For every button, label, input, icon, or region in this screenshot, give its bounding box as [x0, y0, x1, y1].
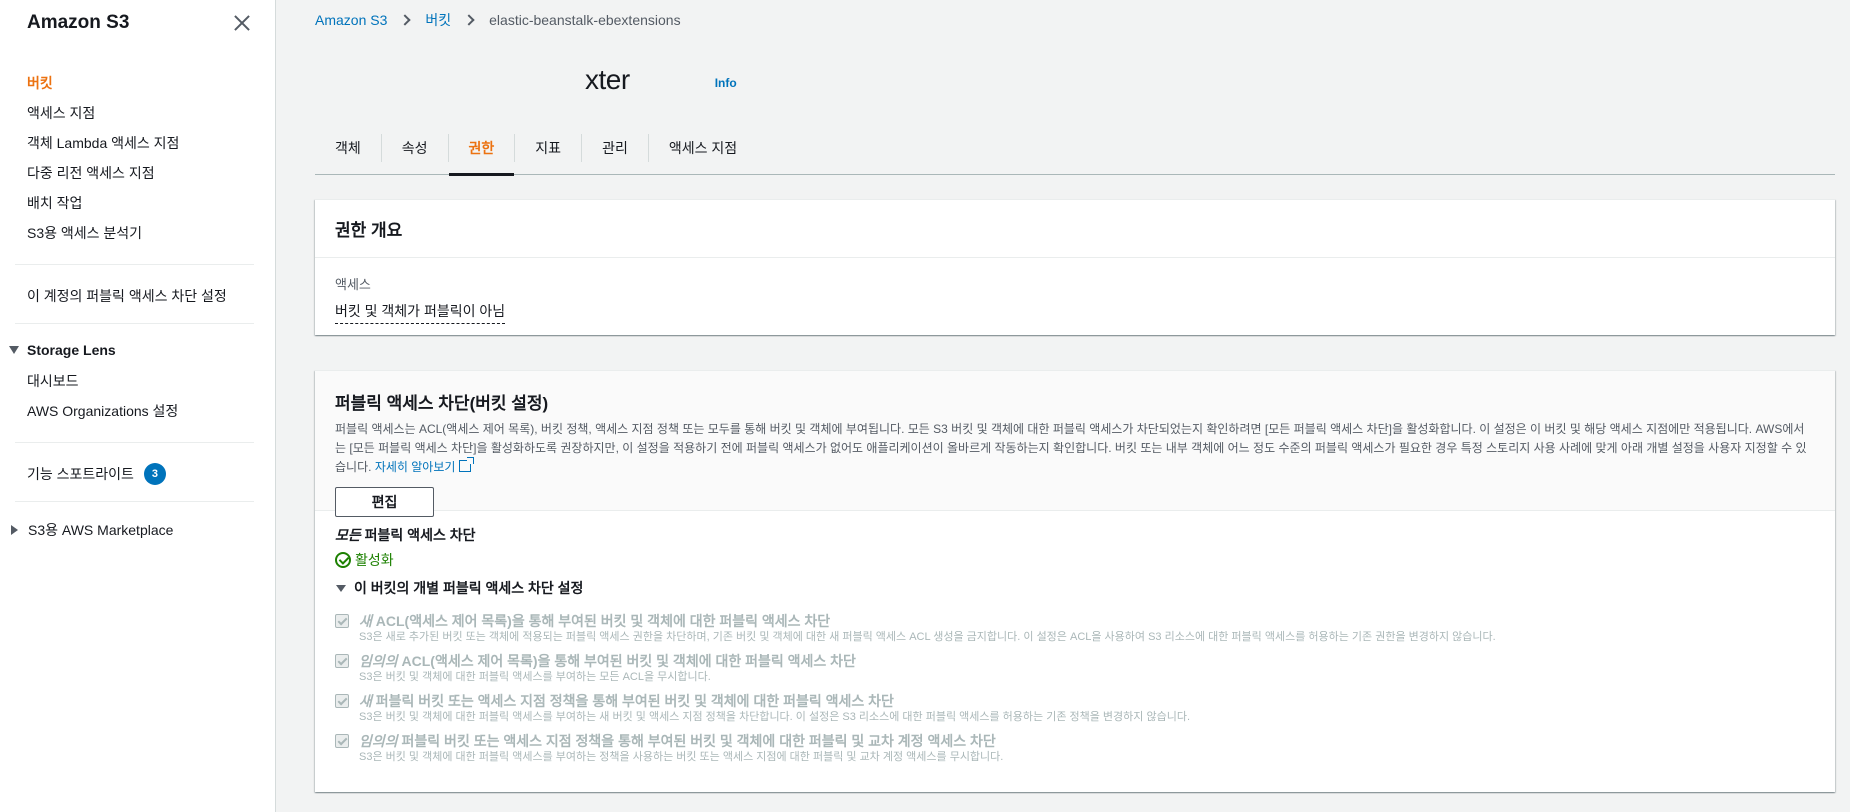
setting-item: 임의의 ACL(액세스 제어 목록)을 통해 부여된 버킷 및 객체에 대한 퍼…: [335, 652, 1815, 685]
status-text: 활성화: [355, 552, 394, 568]
close-icon[interactable]: [231, 12, 253, 34]
checkbox-disabled: [335, 654, 349, 668]
card-header: 권한 개요: [315, 200, 1835, 258]
expander-label: 이 버킷의 개별 퍼블릭 액세스 차단 설정: [354, 580, 584, 596]
setting-text: 임의의 퍼블릭 버킷 또는 액세스 지점 정책을 통해 부여된 버킷 및 객체에…: [359, 732, 1003, 765]
block-public-access-title: 퍼블릭 액세스 차단(버킷 설정): [335, 394, 549, 413]
description-text: 퍼블릭 액세스는 ACL(액세스 제어 목록), 버킷 정책, 액세스 지점 정…: [335, 422, 1807, 474]
setting-title-rest: ACL(액세스 제어 목록)을 통해 부여된 버킷 및 객체에 대한 퍼블릭 액…: [371, 613, 831, 629]
caret-down-icon: [9, 346, 19, 354]
setting-description: S3은 버킷 및 객체에 대한 퍼블릭 액세스를 부여하는 새 버킷 및 액세스…: [359, 711, 1190, 723]
setting-description: S3은 새로 추가된 버킷 또는 객체에 적용되는 퍼블릭 액세스 권한을 차단…: [359, 631, 1496, 643]
storage-lens-label: Storage Lens: [27, 342, 116, 358]
setting-title-rest: ACL(액세스 제어 목록)을 통해 부여된 버킷 및 객체에 대한 퍼블릭 액…: [397, 653, 856, 669]
permissions-overview-title: 권한 개요: [335, 221, 403, 240]
block-public-access-card: 퍼블릭 액세스 차단(버킷 설정) 퍼블릭 액세스는 ACL(액세스 제어 목록…: [315, 370, 1835, 792]
sidebar-item-marketplace[interactable]: S3용 AWS Marketplace: [0, 514, 275, 546]
caret-right-icon: [11, 525, 18, 535]
divider: [15, 442, 254, 443]
check-circle-icon: [335, 552, 351, 568]
setting-em: 새: [359, 613, 372, 629]
divider: [15, 501, 254, 502]
edit-button[interactable]: 편집: [335, 487, 434, 517]
sidebar-item-buckets[interactable]: 버킷: [0, 68, 275, 98]
access-label: 액세스: [335, 277, 371, 292]
storage-lens-section[interactable]: Storage Lens: [0, 334, 275, 366]
breadcrumb: Amazon S3 버킷 elastic-beanstalk-ebextensi…: [315, 0, 1835, 40]
block-public-access-description: 퍼블릭 액세스는 ACL(액세스 제어 목록), 버킷 정책, 액세스 지점 정…: [335, 420, 1815, 477]
external-link-icon: [459, 457, 475, 472]
feature-spotlight-label: 기능 스포트라이트: [27, 466, 134, 482]
sidebar-item-batch-operations[interactable]: 배치 작업: [0, 188, 275, 218]
tab-metrics[interactable]: 지표: [515, 134, 583, 162]
status-indicator: 활성화: [335, 550, 1815, 570]
setting-em: 새: [359, 693, 372, 709]
breadcrumb-current: elastic-beanstalk-ebextensions: [489, 12, 681, 28]
breadcrumb-amazon-s3[interactable]: Amazon S3: [315, 12, 387, 28]
block-all-title: 모든 퍼블릭 액세스 차단: [335, 525, 1815, 545]
tab-objects[interactable]: 객체: [315, 134, 382, 162]
sidebar-nav: 버킷 액세스 지점 객체 Lambda 액세스 지점 다중 리전 액세스 지점 …: [0, 46, 275, 248]
sidebar-item-dashboards[interactable]: 대시보드: [0, 366, 275, 396]
block-all-rest: 퍼블릭 액세스 차단: [360, 527, 476, 543]
setting-em: 임의의: [359, 733, 398, 749]
info-link[interactable]: Info: [715, 76, 737, 90]
setting-item: 새 ACL(액세스 제어 목록)을 통해 부여된 버킷 및 객체에 대한 퍼블릭…: [335, 612, 1815, 645]
divider: [15, 264, 254, 265]
setting-title: 새 ACL(액세스 제어 목록)을 통해 부여된 버킷 및 객체에 대한 퍼블릭…: [359, 612, 1496, 630]
setting-description: S3은 버킷 및 객체에 대한 퍼블릭 액세스를 부여하는 정책을 사용하는 버…: [359, 751, 1004, 763]
breadcrumb-buckets[interactable]: 버킷: [425, 10, 451, 30]
setting-item: 새 퍼블릭 버킷 또는 액세스 지점 정책을 통해 부여된 버킷 및 객체에 대…: [335, 692, 1815, 725]
setting-description: S3은 버킷 및 객체에 대한 퍼블릭 액세스를 부여하는 모든 ACL을 무시…: [359, 671, 711, 683]
page-header: xter Info: [315, 40, 1835, 120]
sidebar-item-access-points[interactable]: 액세스 지점: [0, 98, 275, 128]
setting-title-rest: 퍼블릭 버킷 또는 액세스 지점 정책을 통해 부여된 버킷 및 객체에 대한 …: [371, 693, 894, 709]
setting-em: 임의의: [359, 653, 398, 669]
tab-properties[interactable]: 속성: [382, 134, 449, 162]
sidebar-item-object-lambda[interactable]: 객체 Lambda 액세스 지점: [0, 128, 275, 158]
learn-more-link[interactable]: 자세히 알아보기: [374, 457, 475, 474]
notification-badge: 3: [143, 463, 166, 485]
sidebar-item-access-analyzer[interactable]: S3용 액세스 분석기: [0, 218, 275, 248]
sidebar-item-account-block-settings[interactable]: 이 계정의 퍼블릭 액세스 차단 설정: [0, 281, 275, 311]
page-title: xter: [585, 64, 630, 95]
individual-settings-list: 새 ACL(액세스 제어 목록)을 통해 부여된 버킷 및 객체에 대한 퍼블릭…: [335, 612, 1815, 765]
sidebar-item-aws-organizations[interactable]: AWS Organizations 설정: [0, 396, 275, 426]
individual-settings-expander[interactable]: 이 버킷의 개별 퍼블릭 액세스 차단 설정: [335, 578, 1815, 598]
chevron-right-icon: [399, 14, 412, 26]
card-body: 액세스 버킷 및 객체가 퍼블릭이 아님: [315, 258, 1835, 340]
card-body: 모든 퍼블릭 액세스 차단 활성화 이 버킷의 개별 퍼블릭 액세스 차단 설정…: [315, 511, 1835, 786]
checkbox-disabled: [335, 614, 349, 628]
setting-text: 새 ACL(액세스 제어 목록)을 통해 부여된 버킷 및 객체에 대한 퍼블릭…: [359, 612, 1496, 645]
setting-title: 새 퍼블릭 버킷 또는 액세스 지점 정책을 통해 부여된 버킷 및 객체에 대…: [359, 692, 1190, 710]
tab-management[interactable]: 관리: [582, 134, 649, 162]
marketplace-label: S3용 AWS Marketplace: [28, 522, 174, 538]
card-header: 퍼블릭 액세스 차단(버킷 설정) 퍼블릭 액세스는 ACL(액세스 제어 목록…: [315, 371, 1835, 517]
chevron-right-icon: [463, 14, 475, 26]
checkbox-disabled: [335, 734, 349, 748]
sidebar-header: Amazon S3: [0, 0, 275, 46]
sidebar-item-multi-region[interactable]: 다중 리전 액세스 지점: [0, 158, 275, 188]
setting-text: 임의의 ACL(액세스 제어 목록)을 통해 부여된 버킷 및 객체에 대한 퍼…: [359, 652, 856, 685]
setting-title: 임의의 ACL(액세스 제어 목록)을 통해 부여된 버킷 및 객체에 대한 퍼…: [359, 652, 856, 670]
sidebar: Amazon S3 버킷 액세스 지점 객체 Lambda 액세스 지점 다중 …: [0, 0, 276, 812]
learn-more-label: 자세히 알아보기: [374, 460, 456, 474]
permissions-overview-card: 권한 개요 액세스 버킷 및 객체가 퍼블릭이 아님: [315, 199, 1835, 335]
checkbox-disabled: [335, 694, 349, 708]
sidebar-item-feature-spotlight[interactable]: 기능 스포트라이트 3: [0, 459, 275, 489]
main-content: Amazon S3 버킷 elastic-beanstalk-ebextensi…: [315, 0, 1835, 792]
setting-item: 임의의 퍼블릭 버킷 또는 액세스 지점 정책을 통해 부여된 버킷 및 객체에…: [335, 732, 1815, 765]
block-all-em: 모든: [335, 527, 361, 543]
setting-title-rest: 퍼블릭 버킷 또는 액세스 지점 정책을 통해 부여된 버킷 및 객체에 대한 …: [397, 733, 996, 749]
tab-bar: 객체 속성 권한 지표 관리 액세스 지점: [315, 120, 1835, 176]
tab-permissions[interactable]: 권한: [448, 134, 516, 176]
caret-down-icon: [336, 584, 346, 592]
tab-access-points[interactable]: 액세스 지점: [649, 134, 757, 162]
setting-title: 임의의 퍼블릭 버킷 또는 액세스 지점 정책을 통해 부여된 버킷 및 객체에…: [359, 732, 1003, 750]
divider: [15, 323, 254, 324]
sidebar-title: Amazon S3: [27, 12, 130, 33]
setting-text: 새 퍼블릭 버킷 또는 액세스 지점 정책을 통해 부여된 버킷 및 객체에 대…: [359, 692, 1190, 725]
access-value[interactable]: 버킷 및 객체가 퍼블릭이 아님: [335, 301, 506, 324]
